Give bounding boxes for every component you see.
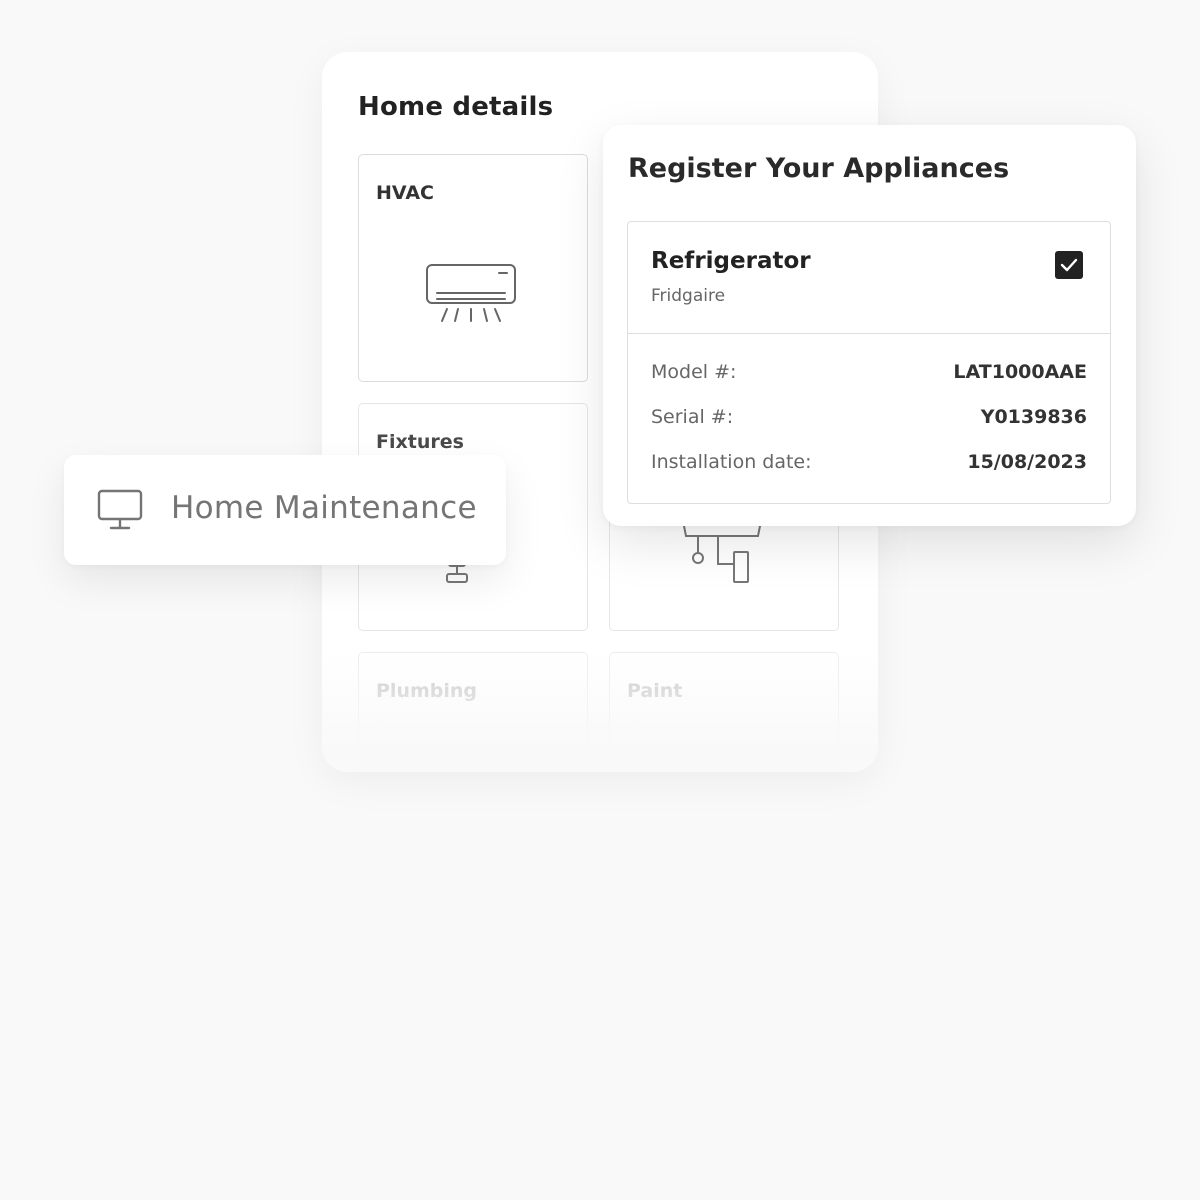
tile-label: Paint [627,680,683,702]
appliance-checkbox[interactable] [1055,251,1083,279]
detail-value: LAT1000AAE [953,360,1087,383]
appliance-header: Refrigerator Fridgaire [628,222,1110,334]
detail-row-serial: Serial #: Y0139836 [628,394,1110,439]
detail-key: Installation date: [651,450,812,473]
air-conditioner-icon [426,264,516,322]
detail-value: Y0139836 [980,405,1087,428]
appliance-details: Model #: LAT1000AAE Serial #: Y0139836 I… [628,334,1110,484]
tile-paint[interactable]: Paint [609,652,839,772]
tile-plumbing[interactable]: Plumbing [358,652,588,772]
register-appliances-card: Register Your Appliances Refrigerator Fr… [603,125,1136,526]
detail-key: Serial #: [651,405,734,428]
tile-hvac[interactable]: HVAC [358,154,588,382]
pipe-icon [447,746,498,760]
home-maintenance-card[interactable]: Home Maintenance [64,455,506,565]
appliance-card[interactable]: Refrigerator Fridgaire Model #: LAT1000A… [627,221,1111,504]
detail-row-installation-date: Installation date: 15/08/2023 [628,439,1110,484]
tile-label: Plumbing [376,680,478,702]
checkmark-icon [1060,258,1078,272]
appliance-brand: Fridgaire [651,286,726,306]
detail-value: 15/08/2023 [967,450,1087,473]
monitor-icon [97,489,143,530]
tile-label: HVAC [376,182,434,204]
detail-row-model: Model #: LAT1000AAE [628,349,1110,394]
register-title: Register Your Appliances [628,153,1010,184]
home-maintenance-label: Home Maintenance [171,490,477,526]
water-heater-icon [683,525,761,583]
home-details-title: Home details [358,92,554,122]
tile-label: Fixtures [376,431,464,453]
detail-key: Model #: [651,360,737,383]
paint-icon [718,747,730,759]
appliance-name: Refrigerator [651,248,811,274]
